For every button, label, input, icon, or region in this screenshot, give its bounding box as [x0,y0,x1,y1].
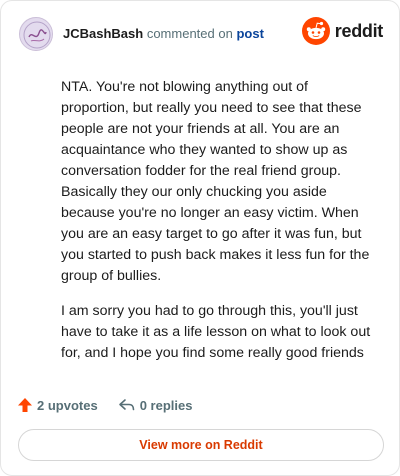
username-link[interactable]: JCBashBash [63,26,143,41]
user-avatar[interactable] [19,17,53,51]
post-link[interactable]: post [236,26,263,41]
comment-byline: JCBashBash commented on post [63,26,264,41]
reddit-snoo-icon [301,17,330,45]
reddit-logo[interactable]: reddit [301,17,384,45]
reply-count: 0 replies [139,397,193,413]
action-text: commented on [146,26,233,41]
comment-paragraph: I am sorry you had to go through this, y… [61,303,371,361]
comment-paragraph: NTA. You're not blowing anything out of … [61,79,370,284]
reddit-wordmark: reddit [334,20,384,41]
comment-actions: 2 upvotes 0 replies [17,394,212,416]
upvote-count: 2 upvotes [37,397,98,413]
reply-button[interactable]: 0 replies [118,397,193,413]
reply-arrow-icon [118,399,134,411]
comment-header: JCBashBash commented on post reddit [19,17,383,53]
upvote-button[interactable]: 2 upvotes [17,397,98,413]
upvote-arrow-icon [18,398,32,412]
comment-body: NTA. You're not blowing anything out of … [61,77,377,378]
comment-embed-card: JCBashBash commented on post reddit NTA.… [0,0,400,476]
view-more-button[interactable]: View more on Reddit [18,429,384,461]
